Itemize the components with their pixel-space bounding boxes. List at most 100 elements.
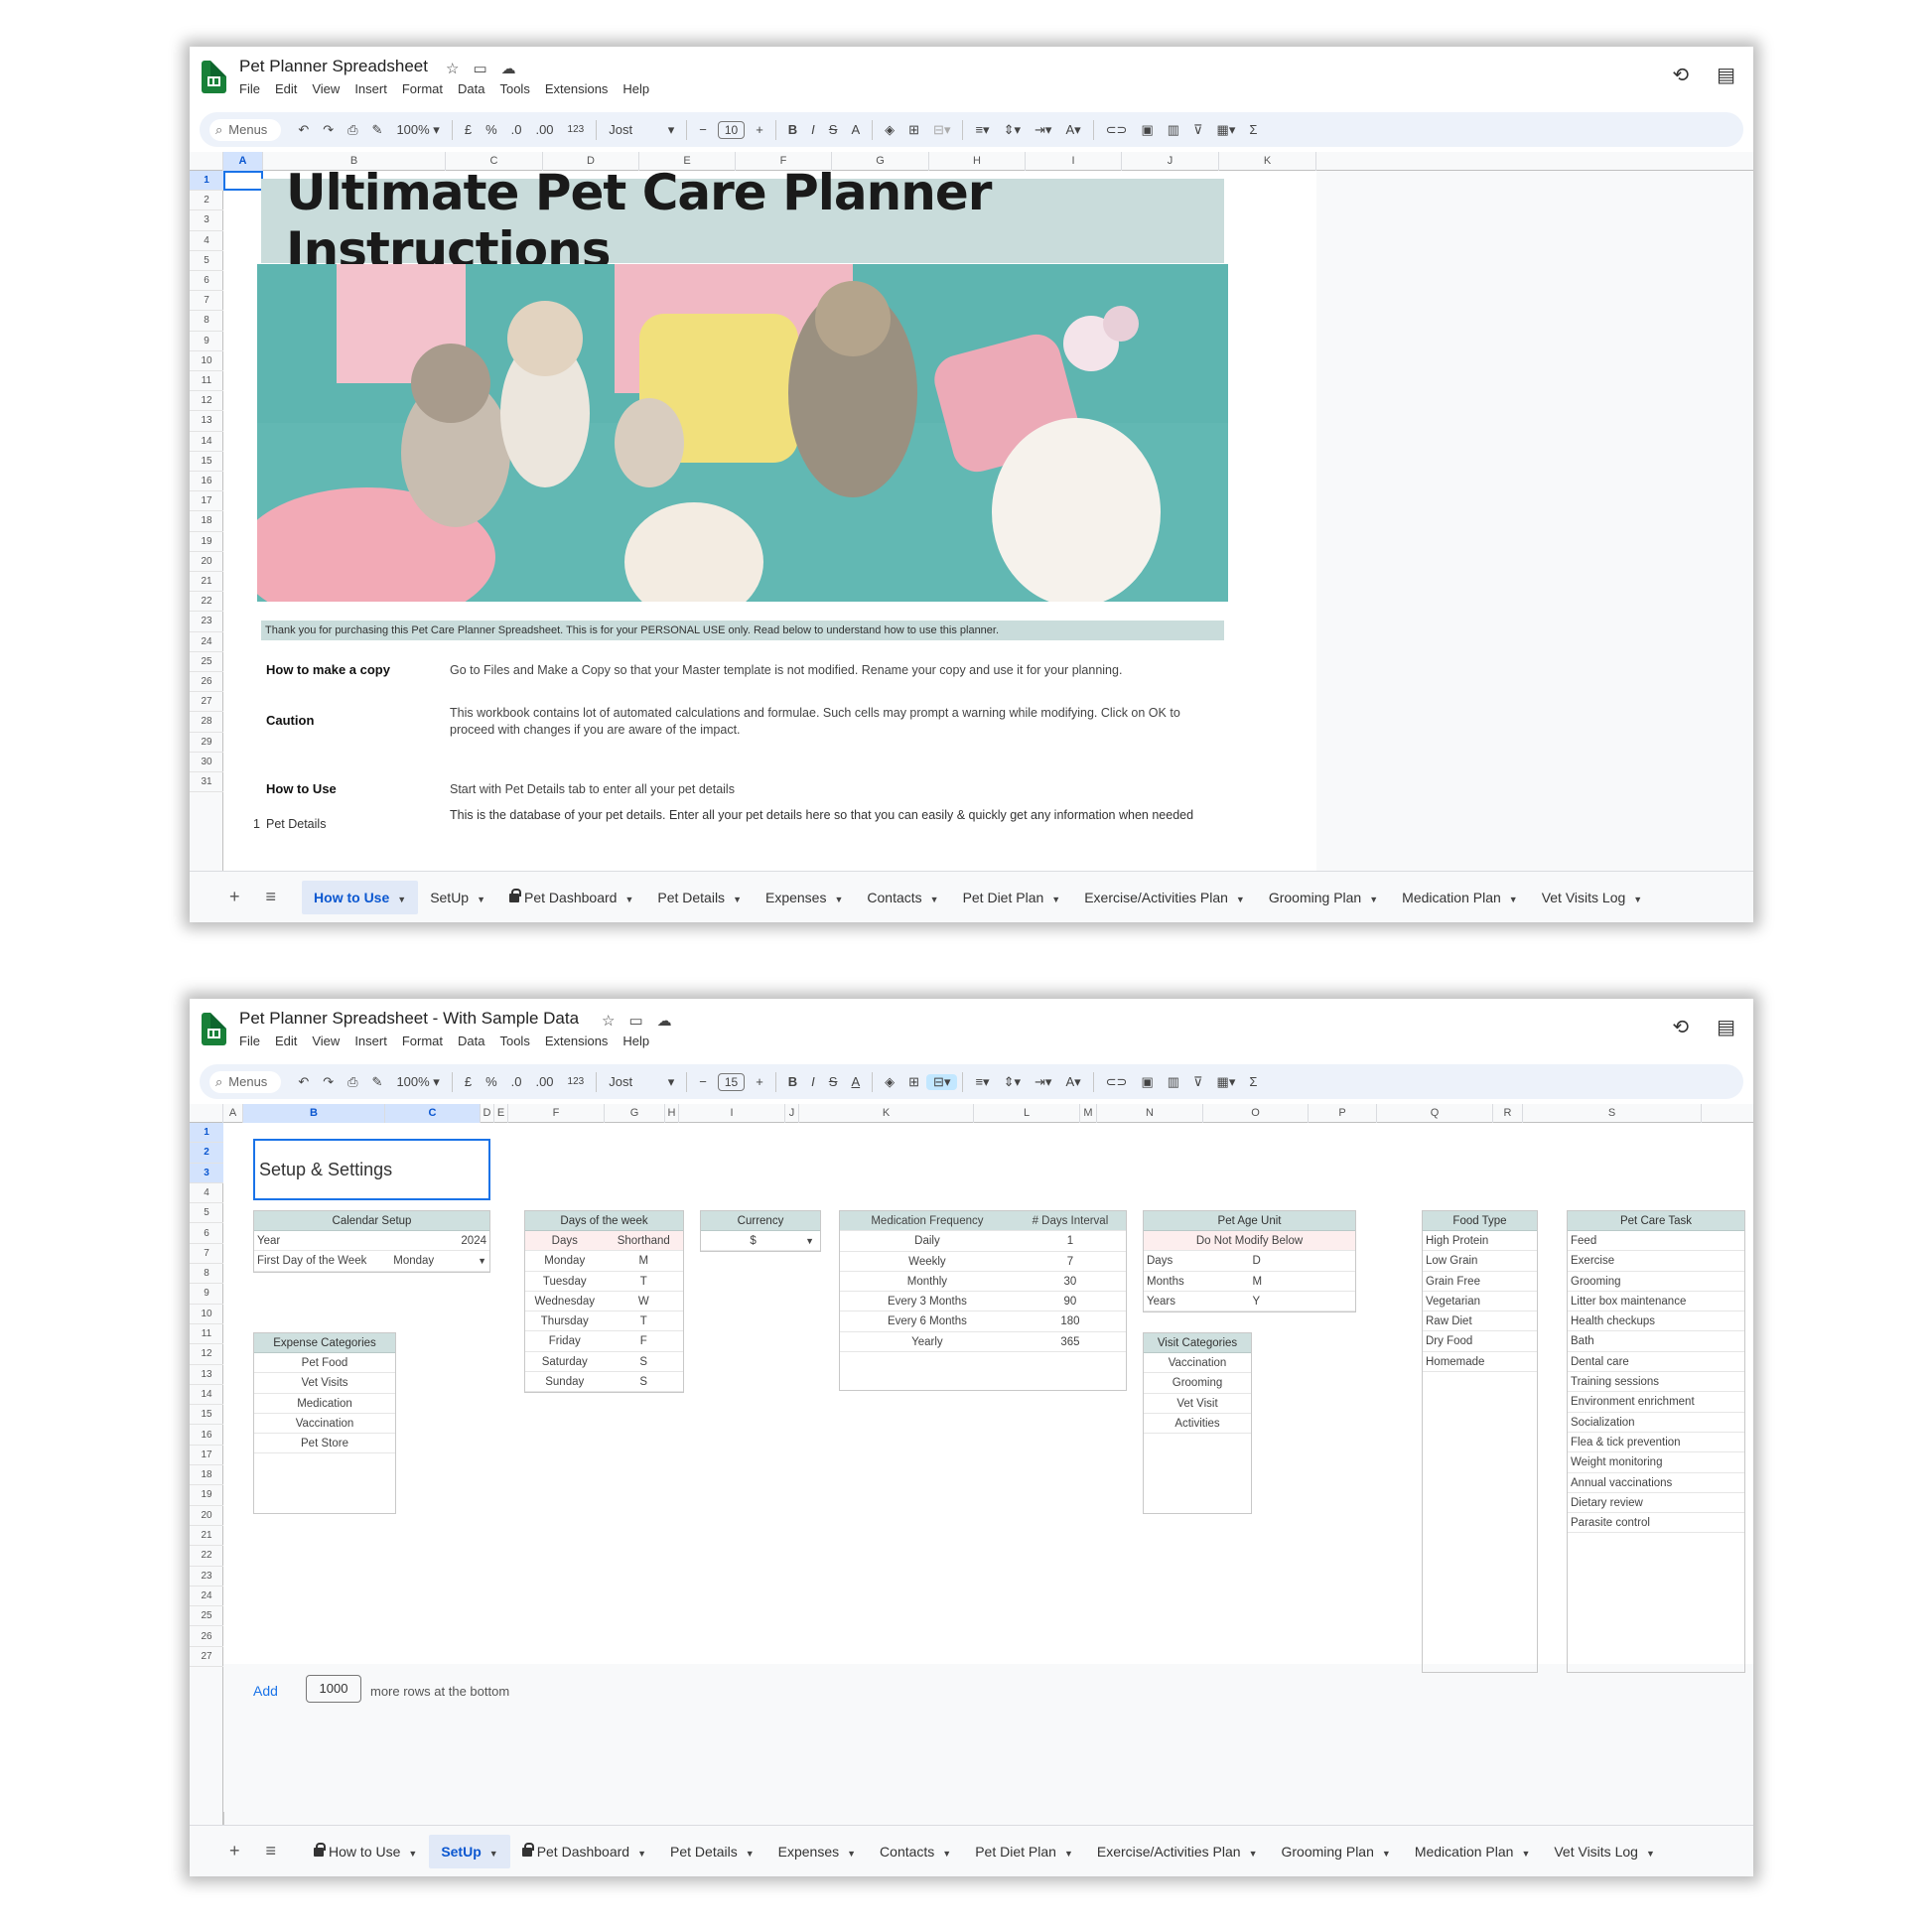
table-cell[interactable]: Monthly bbox=[840, 1272, 1015, 1291]
column-header[interactable]: C bbox=[385, 1104, 481, 1123]
menu-insert[interactable]: Insert bbox=[354, 81, 387, 96]
row-header[interactable]: 25 bbox=[190, 652, 223, 672]
table-cell[interactable]: Socialization bbox=[1568, 1413, 1744, 1432]
table-cell[interactable]: Feed bbox=[1568, 1231, 1744, 1250]
table-cell[interactable]: Days bbox=[1144, 1251, 1250, 1270]
column-header[interactable]: B bbox=[243, 1104, 385, 1123]
borders-icon[interactable]: ⊞ bbox=[901, 122, 926, 138]
row-header[interactable]: 29 bbox=[190, 733, 223, 753]
tab-pet-dashboard[interactable]: Pet Dashboard ▼ bbox=[510, 1835, 658, 1868]
row-header[interactable]: 19 bbox=[190, 1485, 223, 1506]
row-header[interactable]: 27 bbox=[190, 1647, 223, 1668]
row-header[interactable]: 26 bbox=[190, 1627, 223, 1647]
filter-views-icon[interactable]: ▦▾ bbox=[1210, 122, 1243, 138]
decrease-decimal-button[interactable]: .0 bbox=[504, 1074, 529, 1089]
table-cell[interactable]: Pet Store bbox=[254, 1434, 395, 1452]
table-cell[interactable]: Exercise bbox=[1568, 1251, 1744, 1270]
table-cell[interactable]: 2024 bbox=[372, 1231, 490, 1250]
table-cell[interactable]: Every 3 Months bbox=[840, 1292, 1015, 1311]
row-header[interactable]: 10 bbox=[190, 1305, 223, 1324]
row-header[interactable]: 20 bbox=[190, 552, 223, 572]
paint-format-icon[interactable]: ✎ bbox=[365, 122, 390, 138]
comments-icon[interactable]: ▤ bbox=[1717, 1015, 1735, 1039]
row-header[interactable]: 22 bbox=[190, 592, 223, 613]
row-header[interactable]: 1 bbox=[190, 171, 223, 192]
table-cell[interactable]: 90 bbox=[1015, 1292, 1126, 1311]
table-cell[interactable]: M bbox=[605, 1251, 684, 1270]
row-header[interactable]: 21 bbox=[190, 572, 223, 593]
menu-file[interactable]: File bbox=[239, 1034, 260, 1048]
table-cell[interactable]: 180 bbox=[1015, 1311, 1126, 1330]
row-header[interactable]: 9 bbox=[190, 1284, 223, 1305]
tab-vet-visits-log[interactable]: Vet Visits Log ▼ bbox=[1530, 881, 1655, 914]
table-cell[interactable]: Weekly bbox=[840, 1252, 1015, 1271]
table-cell[interactable]: Friday bbox=[525, 1331, 605, 1350]
table-cell[interactable]: Activities bbox=[1144, 1414, 1251, 1433]
menu-view[interactable]: View bbox=[312, 1034, 340, 1048]
row-header[interactable]: 13 bbox=[190, 411, 223, 432]
strikethrough-icon[interactable]: S bbox=[822, 122, 845, 137]
table-cell[interactable]: Every 6 Months bbox=[840, 1311, 1015, 1330]
table-cell[interactable]: Y bbox=[1250, 1292, 1356, 1311]
tab-vet-visits-log[interactable]: Vet Visits Log ▼ bbox=[1542, 1835, 1667, 1868]
menu-tools[interactable]: Tools bbox=[499, 81, 529, 96]
table-cell[interactable]: Grooming bbox=[1568, 1272, 1744, 1291]
document-title[interactable]: Pet Planner Spreadsheet - With Sample Da… bbox=[239, 1009, 579, 1029]
fill-color-icon[interactable]: ◈ bbox=[878, 122, 901, 138]
table-cell[interactable]: 1 bbox=[1015, 1231, 1126, 1250]
star-icon[interactable]: ☆ bbox=[602, 1012, 615, 1030]
move-folder-icon[interactable]: ▭ bbox=[473, 60, 486, 77]
row-header[interactable]: 22 bbox=[190, 1546, 223, 1567]
filter-views-icon[interactable]: ▦▾ bbox=[1210, 1074, 1243, 1090]
table-cell[interactable]: First Day of the Week bbox=[254, 1251, 390, 1270]
zoom-select[interactable]: 100% ▾ bbox=[389, 122, 446, 138]
comments-icon[interactable]: ▤ bbox=[1717, 63, 1735, 87]
row-header[interactable]: 5 bbox=[190, 251, 223, 271]
text-wrap-icon[interactable]: ⇥▾ bbox=[1028, 122, 1058, 138]
star-icon[interactable]: ☆ bbox=[446, 60, 459, 77]
table-cell[interactable]: 7 bbox=[1015, 1252, 1126, 1271]
column-header[interactable]: O bbox=[1203, 1104, 1309, 1123]
row-header[interactable]: 30 bbox=[190, 753, 223, 772]
table-cell[interactable]: Dry Food bbox=[1423, 1331, 1537, 1350]
merge-cells-icon[interactable]: ⊟▾ bbox=[926, 122, 957, 138]
row-header[interactable]: 16 bbox=[190, 472, 223, 492]
column-header[interactable]: M bbox=[1080, 1104, 1097, 1123]
increase-decimal-button[interactable]: .00 bbox=[528, 1074, 560, 1089]
move-folder-icon[interactable]: ▭ bbox=[628, 1012, 642, 1030]
row-header[interactable]: 13 bbox=[190, 1365, 223, 1385]
table-cell[interactable]: Vet Visits bbox=[254, 1373, 395, 1392]
column-header[interactable]: G bbox=[605, 1104, 665, 1123]
menu-format[interactable]: Format bbox=[402, 81, 443, 96]
setup-settings-title[interactable]: Setup & Settings bbox=[253, 1139, 490, 1200]
row-header[interactable]: 2 bbox=[190, 191, 223, 211]
menu-data[interactable]: Data bbox=[458, 81, 484, 96]
redo-icon[interactable]: ↷ bbox=[316, 122, 341, 138]
row-header[interactable]: 31 bbox=[190, 772, 223, 793]
increase-font-icon[interactable]: + bbox=[749, 1074, 770, 1089]
menu-data[interactable]: Data bbox=[458, 1034, 484, 1048]
text-rotation-icon[interactable]: A▾ bbox=[1058, 1074, 1087, 1090]
row-header[interactable]: 10 bbox=[190, 351, 223, 371]
row-header[interactable]: 23 bbox=[190, 612, 223, 632]
first-day-dropdown[interactable]: Monday ▼ bbox=[390, 1251, 489, 1270]
table-cell[interactable]: Litter box maintenance bbox=[1568, 1292, 1744, 1311]
row-header[interactable]: 16 bbox=[190, 1426, 223, 1446]
paint-format-icon[interactable]: ✎ bbox=[365, 1074, 390, 1090]
menu-tools[interactable]: Tools bbox=[499, 1034, 529, 1048]
table-cell[interactable]: Yearly bbox=[840, 1332, 1015, 1351]
tab-setup[interactable]: SetUp ▼ bbox=[429, 1834, 510, 1868]
tab-exercise-activities-plan[interactable]: Exercise/Activities Plan ▼ bbox=[1085, 1835, 1270, 1868]
table-cell[interactable]: 30 bbox=[1015, 1272, 1126, 1291]
tab-setup[interactable]: SetUp ▼ bbox=[418, 881, 497, 914]
bold-icon[interactable]: B bbox=[781, 1074, 804, 1089]
tab-medication-plan[interactable]: Medication Plan ▼ bbox=[1390, 881, 1530, 914]
column-header[interactable]: A bbox=[223, 152, 263, 171]
text-color-icon[interactable]: A bbox=[844, 122, 867, 137]
text-rotation-icon[interactable]: A▾ bbox=[1058, 122, 1087, 138]
merge-cells-icon[interactable]: ⊟▾ bbox=[926, 1073, 958, 1090]
undo-icon[interactable]: ↶ bbox=[291, 1074, 316, 1090]
currency-format-button[interactable]: £ bbox=[458, 122, 479, 137]
tab-exercise-activities-plan[interactable]: Exercise/Activities Plan ▼ bbox=[1072, 881, 1257, 914]
row-header[interactable]: 17 bbox=[190, 1446, 223, 1466]
